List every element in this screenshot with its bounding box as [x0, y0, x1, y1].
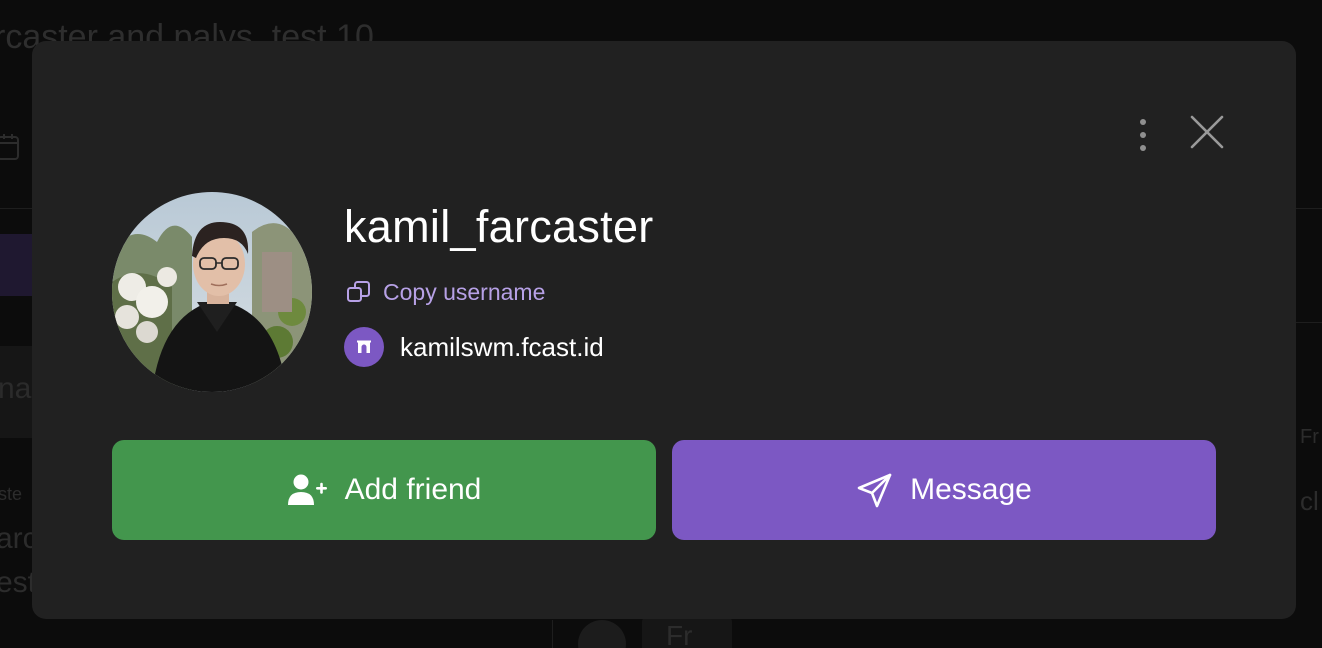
add-friend-label: Add friend: [344, 473, 482, 506]
user-plus-icon: [287, 474, 327, 505]
copy-username-button[interactable]: Copy username: [345, 277, 545, 307]
vertical-dots-icon-dot: [1140, 145, 1146, 151]
background-right-text-2: cl: [1300, 486, 1319, 516]
vertical-dots-icon-dot: [1140, 132, 1146, 138]
add-friend-button[interactable]: Add friend: [112, 440, 656, 540]
background-bottom-pill: Fr: [642, 616, 732, 648]
background-search-text: na: [0, 372, 32, 405]
close-icon: [1190, 115, 1224, 149]
send-icon: [857, 473, 892, 508]
more-options-button[interactable]: [1128, 115, 1158, 155]
background-divider-bottom: [552, 620, 553, 648]
background-avatar: [578, 620, 626, 648]
background-right-text: Fr: [1300, 426, 1319, 448]
message-button[interactable]: Message: [672, 440, 1216, 540]
background-divider-right: [1296, 208, 1322, 209]
copy-icon: [347, 281, 370, 302]
copy-username-label: Copy username: [383, 278, 546, 305]
vertical-dots-icon: [1140, 119, 1146, 125]
close-button[interactable]: [1188, 113, 1226, 151]
profile-modal: kamil_farcaster Copy username kamilswm.f…: [32, 41, 1296, 619]
fcast-id-row: kamilswm.fcast.id: [344, 327, 604, 367]
message-label: Message: [910, 473, 1032, 506]
calendar-icon: [0, 132, 22, 167]
background-list-subtitle: est: [0, 566, 37, 599]
fcast-arch-icon: [344, 327, 384, 367]
background-divider-right-2: [1296, 322, 1322, 323]
avatar: [112, 192, 312, 392]
profile-username: kamil_farcaster: [344, 201, 654, 252]
fcast-id-label: kamilswm.fcast.id: [400, 331, 604, 362]
background-list-meta: ste: [0, 484, 23, 504]
